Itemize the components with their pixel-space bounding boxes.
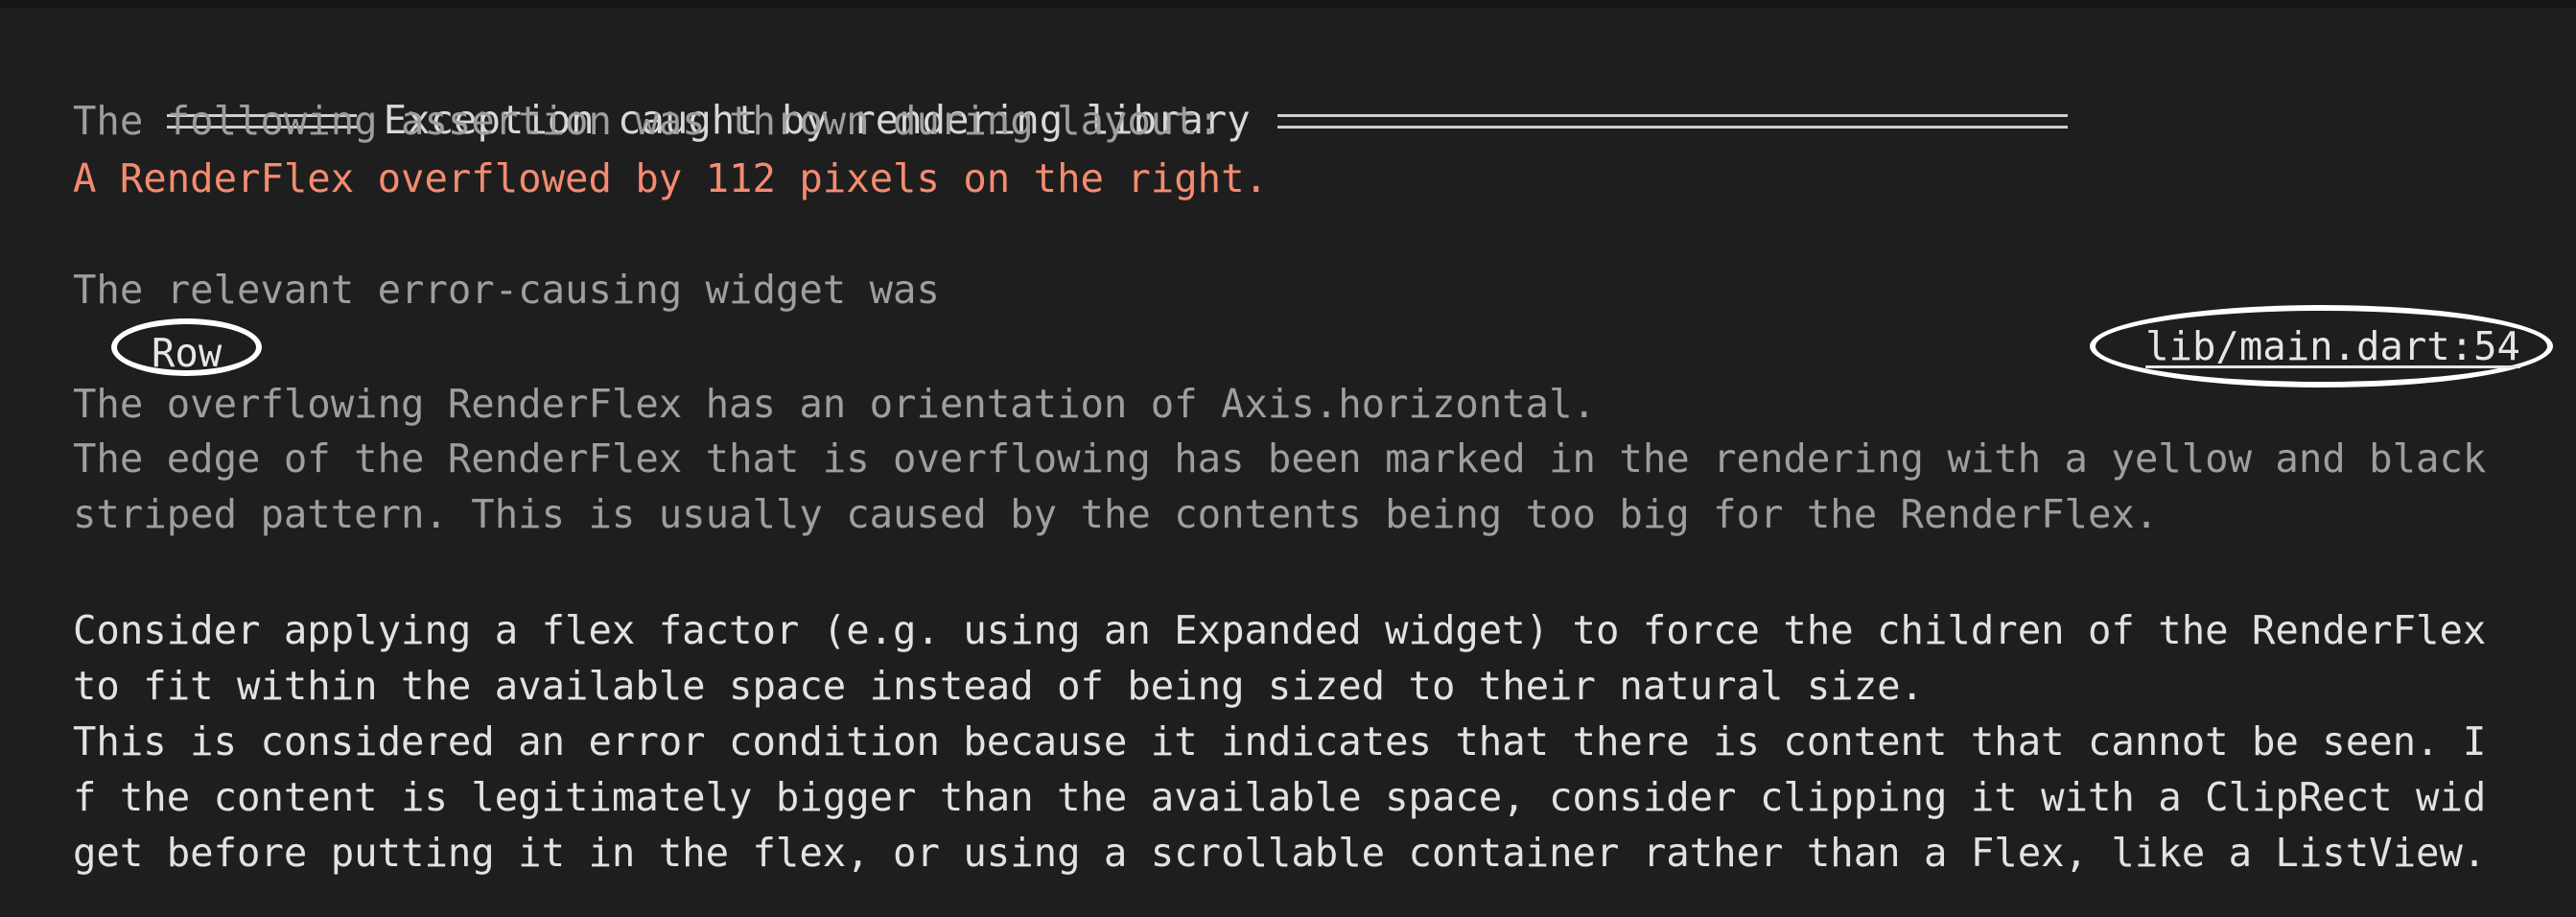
widget-intro: The relevant error-causing widget was [73, 267, 940, 313]
widget-name-link[interactable]: Row [111, 318, 263, 376]
detail-line: The edge of the RenderFlex that is overf… [73, 435, 2487, 482]
detail-line: The overflowing RenderFlex has an orient… [73, 381, 1596, 427]
assertion-intro: The following assertion was thrown durin… [73, 98, 1222, 144]
debug-console: Exception caught by rendering library Th… [0, 0, 2576, 917]
advice-line: Consider applying a flex factor (e.g. us… [73, 607, 2487, 653]
error-message: A RenderFlex overflowed by 112 pixels on… [73, 155, 1268, 201]
error-widget-row: Row lib/main.dart:54 [73, 305, 2553, 388]
advice-line: This is considered an error condition be… [73, 718, 2487, 764]
source-location-text[interactable]: lib/main.dart:54 [2145, 323, 2520, 369]
header-rule-right [1276, 113, 2068, 129]
source-location-link[interactable]: lib/main.dart:54 [2090, 305, 2553, 388]
advice-line: to fit within the available space instea… [73, 663, 1924, 709]
exception-header: Exception caught by rendering library [73, 36, 2068, 143]
advice-line: get before putting it in the flex, or us… [73, 830, 2487, 876]
detail-line: striped pattern. This is usually caused … [73, 491, 2159, 537]
advice-line: f the content is legitimately bigger tha… [73, 774, 2487, 820]
